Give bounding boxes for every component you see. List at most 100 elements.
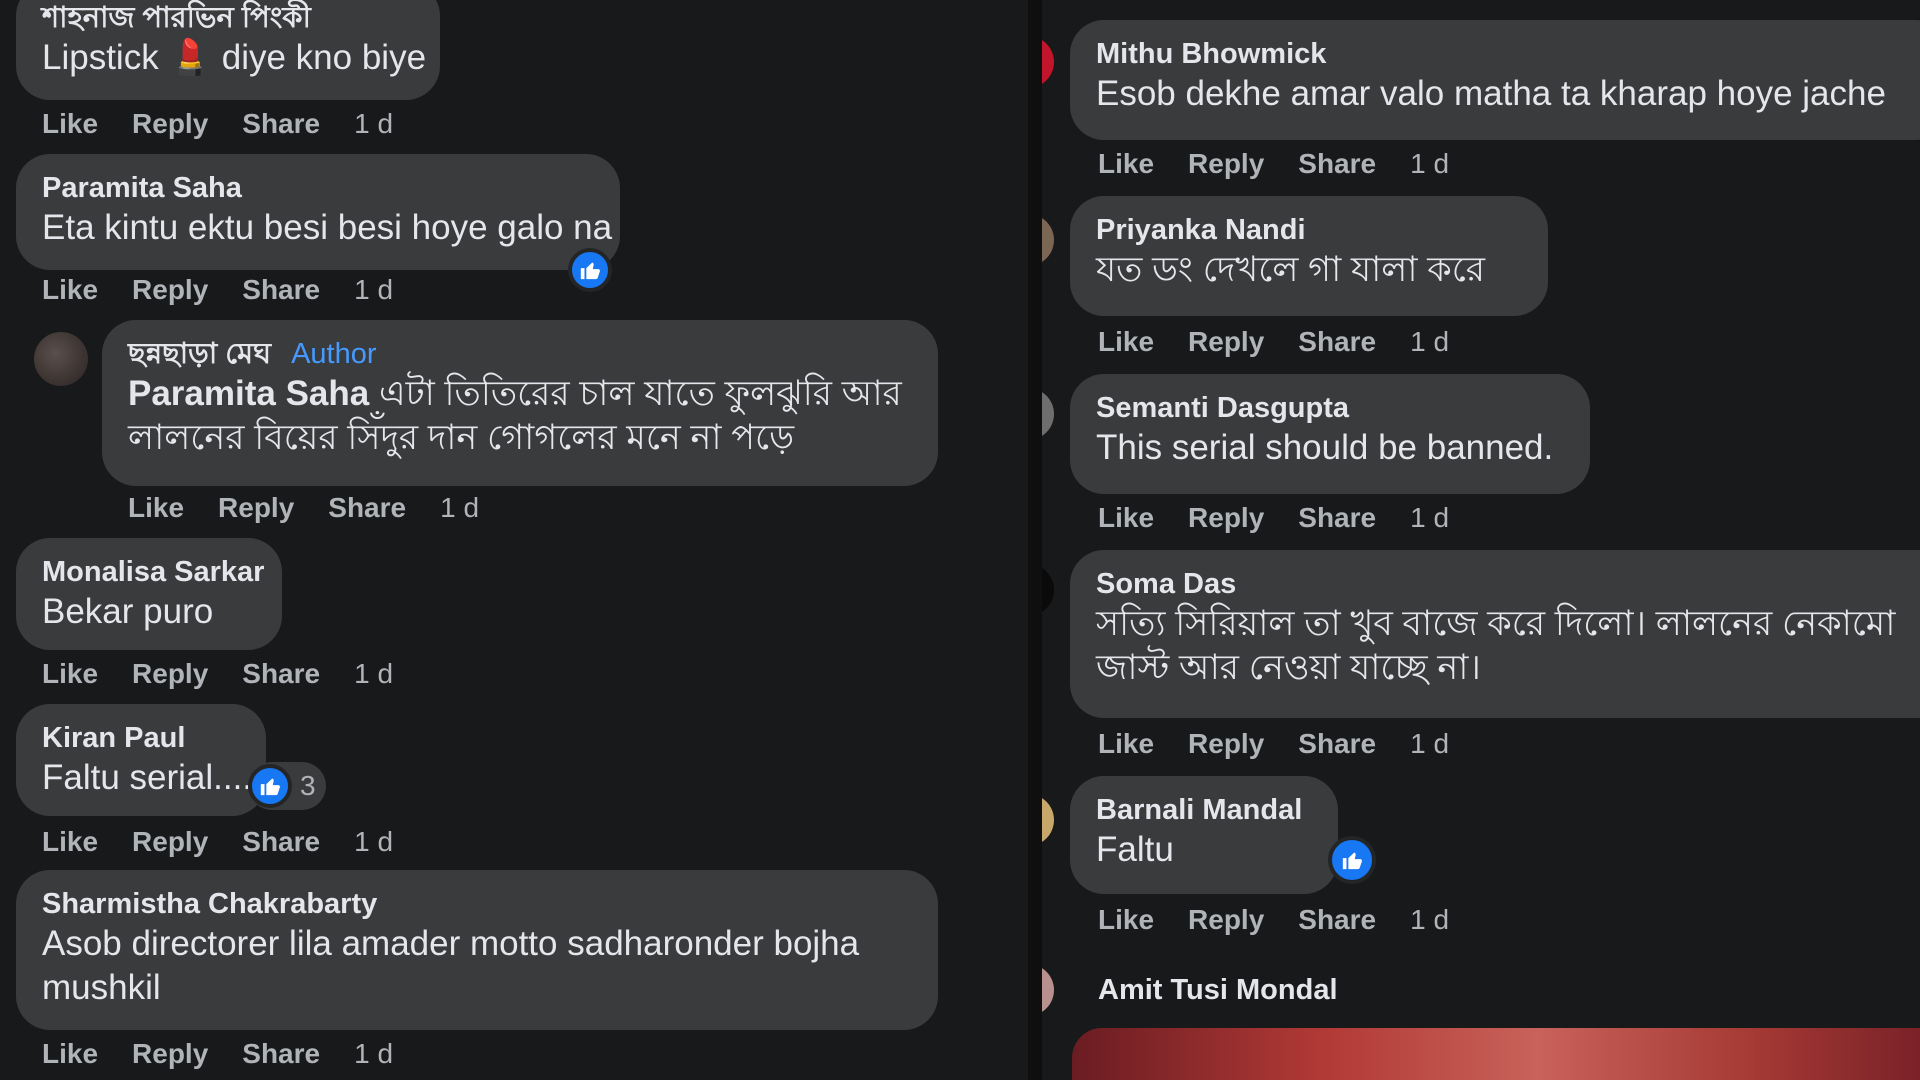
avatar[interactable] [1042, 964, 1054, 1016]
share-action[interactable]: Share [1298, 148, 1376, 179]
reply-action[interactable]: Reply [1188, 148, 1264, 179]
commenter-name[interactable]: Priyanka Nandi [1096, 212, 1522, 248]
like-action[interactable]: Like [42, 826, 98, 857]
panel-divider [1028, 0, 1042, 1080]
share-action[interactable]: Share [328, 492, 406, 523]
reply-action[interactable]: Reply [1188, 502, 1264, 533]
reaction-summary[interactable]: 3 [248, 762, 326, 810]
reply-action[interactable]: Reply [132, 274, 208, 305]
like-action[interactable]: Like [1098, 728, 1154, 759]
share-action[interactable]: Share [242, 274, 320, 305]
thumbs-up-icon [1342, 852, 1362, 870]
avatar[interactable] [1042, 214, 1054, 266]
like-action[interactable]: Like [42, 274, 98, 305]
commenter-name[interactable]: Monalisa Sarkar [42, 554, 264, 590]
comment-text-part: diye kno biye [212, 38, 427, 77]
reply-action[interactable]: Reply [132, 658, 208, 689]
commenter-name[interactable]: Semanti Dasgupta [1096, 390, 1564, 426]
share-action[interactable]: Share [1298, 502, 1376, 533]
comment-text: যত ডং দেখলে গা যালা করে [1096, 250, 1486, 289]
thumbs-up-icon [260, 778, 280, 796]
like-reaction-badge[interactable] [1328, 836, 1376, 884]
avatar[interactable] [1042, 794, 1054, 846]
share-action[interactable]: Share [1298, 326, 1376, 357]
like-action[interactable]: Like [1098, 502, 1154, 533]
avatar[interactable] [1042, 36, 1054, 88]
avatar[interactable] [34, 332, 88, 386]
reaction-count: 3 [300, 770, 316, 801]
like-reaction-badge[interactable] [568, 248, 612, 292]
share-action[interactable]: Share [242, 658, 320, 689]
mention-link[interactable]: Paramita Saha [128, 374, 369, 413]
commenter-name[interactable]: Sharmistha Chakrabarty [42, 886, 912, 922]
reply-action[interactable]: Reply [132, 1038, 208, 1069]
like-action[interactable]: Like [128, 492, 184, 523]
commenter-name: ছন্নছাড়া মেঘ Author [128, 336, 912, 372]
comment-timestamp[interactable]: 1 d [354, 108, 393, 139]
share-action[interactable]: Share [242, 1038, 320, 1069]
share-action[interactable]: Share [242, 826, 320, 857]
comment-text: Esob dekhe amar valo matha ta kharap hoy… [1096, 74, 1886, 113]
commenter-name[interactable]: Amit Tusi Mondal [1098, 972, 1338, 1008]
like-action[interactable]: Like [42, 108, 98, 139]
comment-text: Asob directorer lila amader motto sadhar… [42, 924, 860, 963]
comment-text: সত্যি সিরিয়াল তা খুব বাজে করে দিলো। লাল… [1096, 604, 1896, 643]
share-action[interactable]: Share [1298, 728, 1376, 759]
commenter-name[interactable]: Paramita Saha [42, 170, 594, 206]
commenter-name[interactable]: শাহনাজ পারভিন পিংকী [42, 0, 414, 36]
lipstick-emoji: 💄 [168, 38, 213, 77]
like-action[interactable]: Like [1098, 326, 1154, 357]
comment-text: Eta kintu ektu besi besi hoye galo na [42, 208, 613, 247]
comment-photo[interactable] [1072, 1028, 1920, 1080]
reply-action[interactable]: Reply [132, 108, 208, 139]
comment-actions: Like Reply Share 1 d [1098, 326, 1483, 358]
comment-text: This serial should be banned. [1096, 428, 1554, 467]
comment-text-line: লালনের বিয়ের সিঁদুর দান গোগলের মনে না প… [128, 418, 795, 457]
right-comments-panel: Mithu Bhowmick Esob dekhe amar valo math… [1042, 0, 1920, 1080]
like-reaction-badge [248, 764, 292, 808]
avatar[interactable] [1042, 388, 1054, 440]
comment-timestamp[interactable]: 1 d [354, 826, 393, 857]
comment-text-line: জাস্ট আর নেওয়া যাচ্ছে না। [1096, 648, 1481, 687]
avatar[interactable] [1042, 564, 1054, 616]
comment-timestamp[interactable]: 1 d [1410, 904, 1449, 935]
comment-bubble: ছন্নছাড়া মেঘ Author Paramita Saha এটা তি… [102, 320, 938, 486]
comment-timestamp[interactable]: 1 d [354, 274, 393, 305]
comment-bubble: Sharmistha Chakrabarty Asob directorer l… [16, 870, 938, 1030]
comment-timestamp[interactable]: 1 d [1410, 326, 1449, 357]
like-action[interactable]: Like [42, 1038, 98, 1069]
share-action[interactable]: Share [1298, 904, 1376, 935]
commenter-name[interactable]: Soma Das [1096, 566, 1920, 602]
comment-timestamp[interactable]: 1 d [1410, 502, 1449, 533]
comment-timestamp[interactable]: 1 d [1410, 728, 1449, 759]
comment-timestamp[interactable]: 1 d [1410, 148, 1449, 179]
comment-bubble: Barnali Mandal Faltu [1070, 776, 1338, 894]
comment-text: Faltu [1096, 830, 1174, 869]
commenter-name[interactable]: Barnali Mandal [1096, 792, 1312, 828]
like-action[interactable]: Like [42, 658, 98, 689]
like-action[interactable]: Like [1098, 148, 1154, 179]
comment-timestamp[interactable]: 1 d [354, 658, 393, 689]
thumbs-up-icon [580, 262, 600, 280]
reply-action[interactable]: Reply [1188, 728, 1264, 759]
comment-timestamp[interactable]: 1 d [354, 1038, 393, 1069]
comment-actions: Like Reply Share 1 d [42, 826, 427, 858]
reply-action[interactable]: Reply [1188, 904, 1264, 935]
comment-text-part: এটা তিতিরের চাল যাতে ফুলঝুরি আর [369, 374, 902, 413]
comment-bubble: শাহনাজ পারভিন পিংকী Lipstick 💄 diye kno … [16, 0, 440, 100]
reply-action[interactable]: Reply [132, 826, 208, 857]
comment-bubble: Kiran Paul Faltu serial..... [16, 704, 266, 816]
comment-text: Bekar puro [42, 592, 214, 631]
commenter-name[interactable]: Mithu Bhowmick [1096, 36, 1920, 72]
comment-actions: Like Reply Share 1 d [42, 274, 427, 306]
comment-text-line: mushkil [42, 968, 161, 1007]
like-action[interactable]: Like [1098, 904, 1154, 935]
comment-actions: Like Reply Share 1 d [1098, 148, 1483, 180]
commenter-name[interactable]: Kiran Paul [42, 720, 240, 756]
share-action[interactable]: Share [242, 108, 320, 139]
comment-timestamp[interactable]: 1 d [440, 492, 479, 523]
reply-action[interactable]: Reply [1188, 326, 1264, 357]
commenter-name-text[interactable]: ছন্নছাড়া মেঘ [128, 338, 271, 370]
reply-action[interactable]: Reply [218, 492, 294, 523]
author-badge: Author [291, 338, 377, 370]
